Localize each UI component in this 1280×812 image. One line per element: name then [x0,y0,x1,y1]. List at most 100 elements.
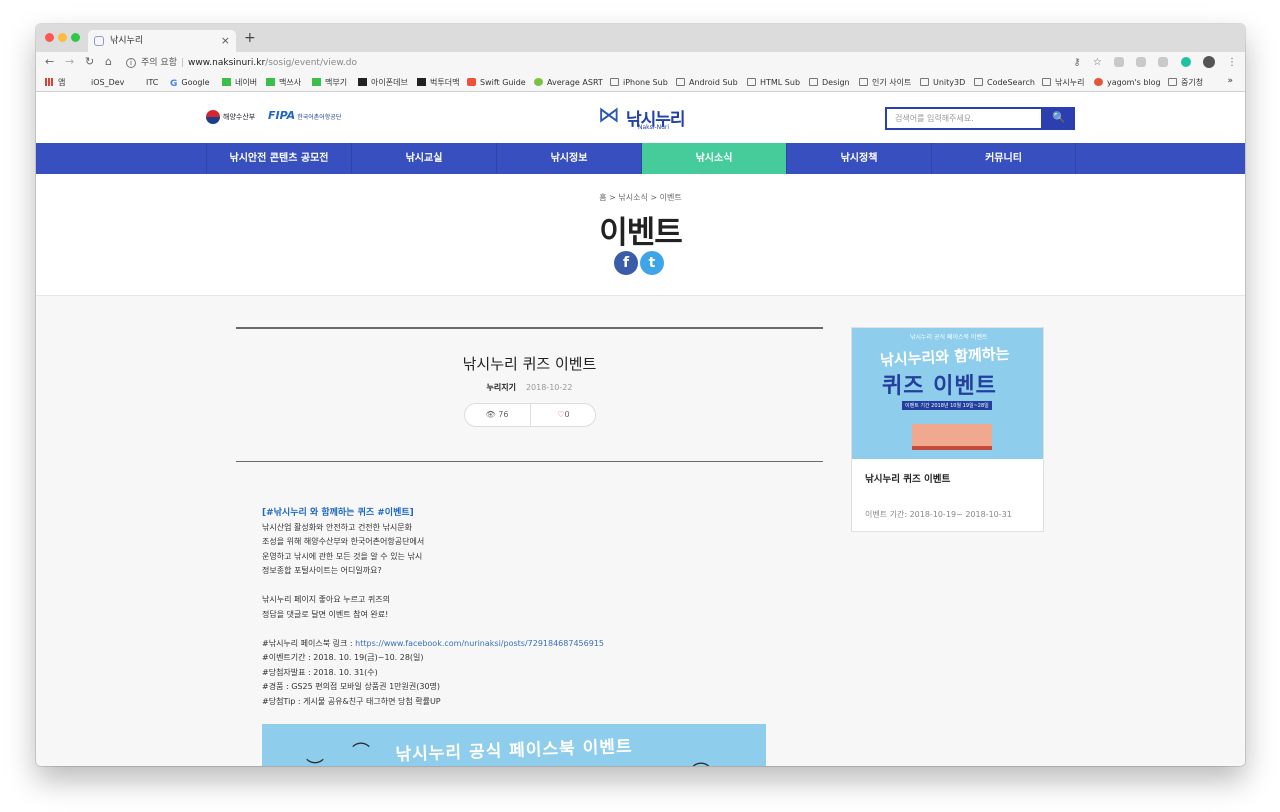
extension-icon[interactable] [1158,57,1169,67]
folder-icon [974,78,983,86]
heart-icon: ♡ [557,410,565,419]
event-thumbnail[interactable]: 낚시누리 공식 페이스북 이벤트 낚시누리와 함께하는 퀴즈 이벤트 이벤트 기… [852,328,1043,459]
minimize-window-button[interactable] [58,33,67,42]
fipa-logo[interactable]: FIPA 한국어촌어항공단 [268,109,341,122]
key-icon[interactable]: ⚷ [1073,57,1080,68]
nav-item-community[interactable]: 커뮤니티 [931,143,1076,174]
avatar-icon[interactable] [1202,56,1215,68]
bookmark-item[interactable]: 맥쓰사 [266,77,301,89]
bookmark-item[interactable]: iOS_Dev [78,77,124,89]
facebook-share-icon[interactable]: f [614,251,638,275]
bookmark-item[interactable]: iPhone Sub [610,77,668,89]
post-body: [#낚시누리 와 함께하는 퀴즈 #이벤트] 낚시산업 활성화와 안전하고 건전… [262,506,682,709]
body-line: 운영하고 낚시에 관한 모든 것을 알 수 있는 낚시 [262,551,423,561]
bookmark-item[interactable]: 중기청 [1168,77,1203,89]
extension-icon[interactable] [1114,57,1125,67]
bookmark-item[interactable]: 네이버 [222,77,257,89]
bookmark-site-icon [312,78,321,86]
nav-item-news[interactable]: 낚시소식 [641,143,786,174]
home-icon[interactable]: ⌂ [105,55,112,68]
extension-icon[interactable] [1180,57,1191,67]
naver-icon [222,78,231,86]
extension-icon[interactable] [1136,57,1147,67]
bookmark-item[interactable]: ITC [133,77,158,89]
reload-icon[interactable]: ↻ [85,55,94,68]
bookmark-item[interactable]: 아이폰데브 [358,77,408,89]
bookmark-item[interactable]: yagom's blog [1094,77,1161,89]
address-bar[interactable]: i 주의 요함 | www.naksinuri.kr/sosig/event/view… [126,53,1126,73]
bookmarks-more-icon[interactable]: » [1227,76,1233,86]
twitter-share-icon[interactable]: t [640,251,664,275]
apps-icon [45,78,54,86]
thumbnail-line2: 퀴즈 이벤트 [882,374,997,399]
body-line: 정답을 댓글로 달면 이벤트 참여 완료! [262,609,389,619]
folder-icon [676,78,685,86]
tab-close-icon[interactable]: × [221,30,230,52]
facebook-post-link[interactable]: https://www.facebook.com/nurinaksi/posts… [355,639,604,648]
info-icon[interactable]: i [126,58,136,68]
body-line: #당첨자발표 : 2018. 10. 31(수) [262,667,378,677]
bookmark-item[interactable]: HTML Sub [747,77,800,89]
bookmark-item[interactable]: 낚시누리 [1042,77,1084,89]
bookmark-item[interactable]: Design [809,77,850,89]
yagom-icon [1094,78,1103,86]
folder-icon [1168,78,1177,86]
folder-icon [859,78,868,86]
folder-icon [747,78,756,86]
like-button[interactable]: ♡0 [531,404,597,426]
bookmark-item[interactable]: CodeSearch [974,77,1035,89]
boat-icon [912,424,992,450]
apple-icon [133,78,142,86]
post-counters: 👁 76 ♡0 [463,403,597,427]
browser-window: 낚시누리 × + ← → ↻ ⌂ i 주의 요함 | www.naksinuri.kr… [36,24,1245,766]
bookmark-site-icon [358,78,367,86]
bookmark-item[interactable]: Android Sub [676,77,738,89]
thumbnail-caption: 낚시누리 공식 페이스북 이벤트 [910,334,988,341]
nav-item-info[interactable]: 낚시정보 [496,143,641,174]
nav-item-policy[interactable]: 낚시정책 [786,143,931,174]
nav-item-class[interactable]: 낚시교실 [351,143,496,174]
folder-icon [809,78,818,86]
bookmark-item[interactable]: 앱 [45,77,65,89]
bookmark-item[interactable]: G Google [170,77,210,89]
url-host: www.naksinuri.kr [188,58,266,68]
bookmark-item[interactable]: 벅투더맥 [417,77,459,89]
banner-title: 낚시누리 공식 페이스북 이벤트 [395,736,633,766]
favicon-icon [94,36,104,46]
page-viewport: 해양수산부 FIPA 한국어촌어항공단 ⋈ 낚시누리 Naksi-Nuri 검색어… [36,93,1245,766]
bookmark-item[interactable]: 맥부기 [312,77,347,89]
event-card[interactable]: 낚시누리 공식 페이스북 이벤트 낚시누리와 함께하는 퀴즈 이벤트 이벤트 기… [851,327,1044,532]
bookmark-item[interactable]: 인기 사이트 [859,77,911,89]
forward-icon[interactable]: → [65,55,74,68]
security-label: 주의 요함 [141,58,177,68]
bookmark-item[interactable]: Unity3D [920,77,965,89]
divider [236,327,823,329]
post-headline: [#낚시누리 와 함께하는 퀴즈 #이벤트] [262,508,414,518]
bookmark-site-icon [266,78,275,86]
bookmark-item[interactable]: Swift Guide [467,77,526,89]
gov-logo[interactable]: 해양수산부 [206,110,255,124]
search-input[interactable]: 검색어를 입력해주세요. [885,107,1043,130]
bookmark-item[interactable]: Average ASRT [534,77,603,89]
body-line: 정보종합 포털사이트는 어디일까요? [262,566,382,575]
close-window-button[interactable] [45,33,54,42]
view-count: 👁 76 [465,404,531,426]
post-meta: 누리지기 2018-10-22 [236,382,823,393]
zoom-window-button[interactable] [71,33,80,42]
card-period: 이벤트 기간: 2018-10-19~ 2018-10-31 [865,510,1012,519]
thumbnail-line1: 낚시누리와 함께하는 [879,344,1010,370]
browser-tab[interactable]: 낚시누리 × [88,30,236,52]
body-line: 낚시산업 활성화와 안전하고 건전한 낚시문화 [262,522,413,532]
search-button[interactable]: 🔍 [1043,107,1075,130]
site-logo[interactable]: ⋈ 낚시누리 Naksi-Nuri [596,101,696,135]
star-icon[interactable]: ☆ [1093,57,1102,68]
back-icon[interactable]: ← [45,55,54,68]
new-tab-button[interactable]: + [244,30,256,46]
nav-item-contest[interactable]: 낚시안전 콘텐츠 공모전 [206,143,351,174]
tab-title: 낚시누리 [110,36,144,46]
menu-icon[interactable]: ⋮ [1227,57,1237,68]
eye-icon: 👁 [485,410,496,419]
body-line: #낚시누리 페이스북 링크 : https://www.facebook.com… [262,638,604,648]
toolbar-actions: ⚷ ☆ ⋮ [1064,56,1237,68]
card-title[interactable]: 낚시누리 퀴즈 이벤트 [865,471,950,485]
